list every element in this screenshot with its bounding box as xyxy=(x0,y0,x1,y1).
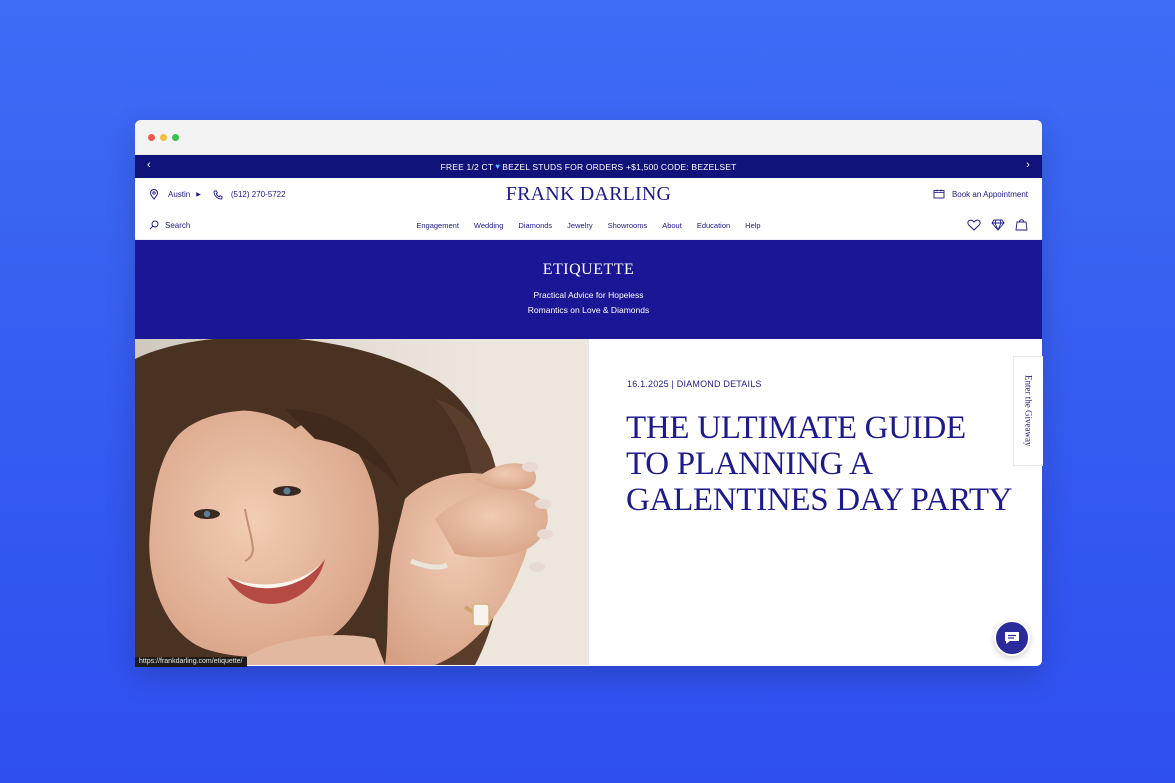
browser-titlebar xyxy=(135,120,1042,155)
woman-with-rings-photo xyxy=(135,339,588,665)
article-hero-image[interactable] xyxy=(135,339,588,665)
nav-item-about[interactable]: About xyxy=(662,221,682,230)
promo-prev-arrow-icon[interactable]: ‹ xyxy=(147,159,151,171)
site-logo[interactable]: FRANK DARLING xyxy=(135,183,1042,206)
featured-article: 16.1.2025 | DIAMOND DETAILS THE ULTIMATE… xyxy=(135,339,1042,665)
nav-item-engagement[interactable]: Engagement xyxy=(416,221,459,230)
promo-next-arrow-icon[interactable]: › xyxy=(1026,159,1030,171)
banner-subtitle-line: Romantics on Love & Diamonds xyxy=(527,305,650,315)
main-nav: Engagement Wedding Diamonds Jewelry Show… xyxy=(135,221,1042,230)
diamond-heart-icon: ♥ xyxy=(495,162,501,171)
banner-subtitle-line: Practical Advice for Hopeless xyxy=(533,290,644,300)
header-top: Austin ▶ (512) 270-5722 FRANK DARLING Bo… xyxy=(135,178,1042,211)
banner-title: ETIQUETTE xyxy=(542,261,635,278)
nav-item-diamonds[interactable]: Diamonds xyxy=(518,221,552,230)
chat-bubble-icon xyxy=(1005,632,1019,644)
giveaway-tab[interactable]: Enter the Giveaway xyxy=(1013,356,1043,466)
nav-icon-group xyxy=(967,218,1028,231)
etiquette-banner: ETIQUETTE Practical Advice for Hopeless … xyxy=(135,240,1042,339)
nav-item-help[interactable]: Help xyxy=(745,221,760,230)
minimize-window-dot[interactable] xyxy=(160,134,167,141)
article-meta[interactable]: 16.1.2025 | DIAMOND DETAILS xyxy=(627,379,762,389)
headline-line: GALENTINES DAY PARTY xyxy=(626,482,1013,518)
appointment-label: Book an Appointment xyxy=(951,189,1028,199)
appointment-link[interactable]: Book an Appointment xyxy=(933,189,1028,199)
shopping-bag-icon[interactable] xyxy=(1015,218,1028,231)
diamond-icon[interactable] xyxy=(991,219,1005,231)
giveaway-label: Enter the Giveaway xyxy=(1023,375,1034,447)
close-window-dot[interactable] xyxy=(148,134,155,141)
header-nav: Search Engagement Wedding Diamonds Jewel… xyxy=(135,211,1042,240)
promo-text-start: FREE 1/2 CT xyxy=(440,161,494,172)
browser-window: ‹ FREE 1/2 CT ♥ BEZEL STUDS FOR ORDERS +… xyxy=(135,120,1042,666)
nav-item-wedding[interactable]: Wedding xyxy=(474,221,503,230)
banner-subtitle: Practical Advice for Hopeless Romantics … xyxy=(135,288,1042,318)
nav-item-showrooms[interactable]: Showrooms xyxy=(608,221,648,230)
maximize-window-dot[interactable] xyxy=(172,134,179,141)
promo-text-end: BEZEL STUDS FOR ORDERS +$1,500 CODE: BEZ… xyxy=(502,161,737,172)
headline-line: THE ULTIMATE GUIDE xyxy=(626,410,966,446)
nav-item-jewelry[interactable]: Jewelry xyxy=(567,221,592,230)
calendar-icon xyxy=(933,189,945,199)
link-status-bar: https://frankdarling.com/etiquette/ xyxy=(135,657,247,667)
chat-launcher-button[interactable] xyxy=(994,620,1030,656)
promo-bar: ‹ FREE 1/2 CT ♥ BEZEL STUDS FOR ORDERS +… xyxy=(135,155,1042,178)
headline-line: TO PLANNING A xyxy=(626,446,873,482)
article-text-panel: 16.1.2025 | DIAMOND DETAILS THE ULTIMATE… xyxy=(588,339,1042,665)
article-headline[interactable]: THE ULTIMATE GUIDE TO PLANNING A GALENTI… xyxy=(626,410,1026,518)
heart-wishlist-icon[interactable] xyxy=(967,219,981,231)
nav-item-education[interactable]: Education xyxy=(697,221,730,230)
